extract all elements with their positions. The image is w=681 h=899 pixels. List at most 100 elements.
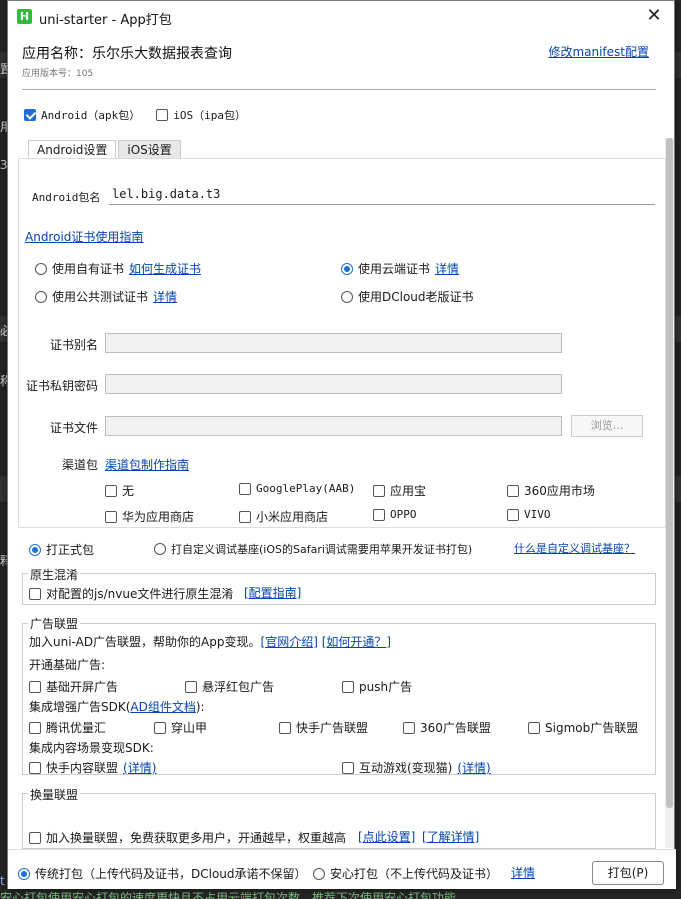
channel-option[interactable]: 360应用市场 [507, 482, 595, 499]
content-sdk-details-link[interactable]: (详情) [457, 759, 490, 776]
channel-option[interactable]: 应用宝 [373, 482, 426, 499]
dcloud-old-cert-option[interactable]: 使用DCloud老版证书 [341, 288, 474, 305]
obfuscation-guide-link[interactable]: [配置指南] [244, 584, 301, 601]
channel-option[interactable]: 小米应用商店 [239, 508, 328, 525]
basic-ad-checkbox[interactable] [29, 680, 41, 693]
sdk-ad-checkbox[interactable] [29, 721, 41, 734]
channel-label-googleplay: GooglePlay(AAB) [256, 482, 356, 495]
vertical-scrollbar[interactable] [665, 138, 674, 848]
public-test-cert-details-link[interactable]: 详情 [153, 288, 177, 305]
traditional-pack-option[interactable]: 传统打包（上传代码及证书，DCloud承诺不保留） [18, 865, 307, 882]
channel-checkbox[interactable] [507, 508, 519, 521]
cert-guide-link[interactable]: Android证书使用指南 [25, 228, 143, 245]
exchange-union-settings-link[interactable]: [点此设置] [358, 828, 415, 845]
channel-checkbox[interactable] [239, 510, 251, 523]
scroll-thumb[interactable] [666, 138, 673, 808]
exchange-union-group-title: 换量联盟 [28, 786, 81, 803]
android-platform-option[interactable]: Android（apk包） [24, 107, 140, 123]
sdk-ad-option[interactable]: 穿山甲 [154, 719, 207, 736]
channel-checkbox[interactable] [373, 484, 385, 497]
channel-checkbox[interactable] [373, 508, 385, 521]
sdk-ad-option[interactable]: Sigmob广告联盟 [528, 719, 638, 736]
content-sdk-option[interactable]: 互动游戏(变现猫) (详情) [342, 759, 491, 776]
public-test-cert-radio[interactable] [35, 290, 47, 303]
ad-how-to-open-link[interactable]: [如何开通？] [322, 635, 391, 649]
content-sdk-option[interactable]: 快手内容联盟 (详情) [29, 759, 156, 776]
channel-option[interactable]: 华为应用商店 [105, 508, 194, 525]
channel-checkbox[interactable] [239, 482, 251, 495]
close-icon[interactable]: ✕ [644, 6, 664, 26]
own-cert-radio[interactable] [35, 262, 47, 275]
content-sdk-details-link[interactable]: (详情) [123, 759, 156, 776]
ad-official-intro-link[interactable]: [官网介绍] [261, 635, 318, 649]
content-sdk-checkbox[interactable] [29, 761, 41, 774]
sdk-ad-label: 集成增强广告SDK(AD组件文档): [29, 698, 205, 715]
pack-button[interactable]: 打包(P) [592, 861, 664, 885]
channel-label-yingyongbao: 应用宝 [390, 484, 427, 498]
sdk-ad-checkbox[interactable] [528, 721, 540, 734]
own-cert-option[interactable]: 使用自有证书 如何生成证书 [35, 260, 201, 277]
how-to-generate-cert-link[interactable]: 如何生成证书 [129, 260, 201, 277]
cert-password-input[interactable] [105, 374, 562, 394]
channel-label-huawei: 华为应用商店 [122, 510, 195, 524]
channel-guide-link[interactable]: 渠道包制作指南 [105, 456, 189, 473]
sdk-ad-option[interactable]: 360广告联盟 [403, 719, 491, 736]
public-test-cert-option[interactable]: 使用公共测试证书 详情 [35, 288, 177, 305]
channel-checkbox[interactable] [105, 510, 117, 523]
dialog-titlebar: H uni-starter - App打包 ✕ [8, 1, 674, 33]
channel-option[interactable]: VIVO [507, 508, 551, 521]
tab-ios-settings[interactable]: iOS设置 [118, 140, 181, 160]
obfuscation-checkbox[interactable] [29, 587, 41, 600]
content-sdk-checkbox[interactable] [342, 761, 354, 774]
android-settings-panel: Android包名 lel.big.data.t3 Android证书使用指南 … [18, 158, 666, 528]
obfuscation-label: 对配置的js/nvue文件进行原生混淆 [46, 587, 234, 601]
dcloud-old-cert-radio[interactable] [341, 290, 353, 303]
cert-alias-input[interactable] [105, 333, 562, 353]
channel-checkbox[interactable] [507, 484, 519, 497]
package-name-input[interactable]: lel.big.data.t3 [109, 185, 655, 205]
edit-manifest-link[interactable]: 修改manifest配置 [548, 43, 649, 60]
ad-component-doc-link[interactable]: AD组件文档 [130, 700, 195, 714]
sdk-ad-option[interactable]: 快手广告联盟 [279, 719, 368, 736]
safe-pack-radio[interactable] [313, 867, 325, 880]
traditional-pack-radio[interactable] [18, 867, 30, 880]
sdk-ad-option[interactable]: 腾讯优量汇 [29, 719, 106, 736]
formal-build-radio[interactable] [29, 543, 41, 556]
safe-pack-details-link[interactable]: 详情 [511, 864, 535, 881]
cloud-cert-details-link[interactable]: 详情 [435, 260, 459, 277]
exchange-union-details-link[interactable]: [了解详情] [422, 828, 479, 845]
channel-option[interactable]: GooglePlay(AAB) [239, 482, 355, 495]
basic-ad-option[interactable]: 基础开屏广告 [29, 678, 118, 695]
channel-checkbox[interactable] [105, 484, 117, 497]
formal-build-option[interactable]: 打正式包 [29, 541, 94, 558]
app-pack-dialog: H uni-starter - App打包 ✕ 应用名称：乐尔乐大数据报表查询 … [7, 0, 676, 889]
channel-option[interactable]: OPPO [373, 508, 417, 521]
exchange-union-option[interactable]: 加入换量联盟，免费获取更多用户，开通越早，权重越高 [29, 829, 346, 846]
browse-button[interactable]: 浏览... [571, 415, 643, 437]
exchange-union-checkbox[interactable] [29, 831, 41, 844]
sdk-ad-label-sigmob: Sigmob广告联盟 [545, 721, 639, 735]
channel-option[interactable]: 无 [105, 482, 134, 499]
basic-ad-checkbox[interactable] [342, 680, 354, 693]
basic-ad-checkbox[interactable] [185, 680, 197, 693]
tab-android-settings[interactable]: Android设置 [28, 140, 117, 160]
android-checkbox[interactable] [24, 109, 36, 121]
ios-platform-option[interactable]: iOS（ipa包） [156, 107, 246, 123]
safe-pack-option[interactable]: 安心打包（不上传代码及证书） [313, 865, 498, 882]
sdk-ad-checkbox[interactable] [279, 721, 291, 734]
obfuscation-option[interactable]: 对配置的js/nvue文件进行原生混淆 [29, 585, 233, 602]
basic-ad-option[interactable]: push广告 [342, 678, 412, 695]
cloud-cert-radio[interactable] [341, 262, 353, 275]
sdk-ad-checkbox[interactable] [154, 721, 166, 734]
sdk-ad-checkbox[interactable] [403, 721, 415, 734]
cloud-cert-option[interactable]: 使用云端证书 详情 [341, 260, 459, 277]
custom-base-help-link[interactable]: 什么是自定义调试基座？ [514, 540, 635, 556]
custom-base-label: 打自定义调试基座(iOS的Safari调试需要用苹果开发证书打包) [171, 543, 473, 556]
cert-file-input[interactable] [105, 416, 562, 436]
custom-base-radio[interactable] [154, 543, 166, 555]
basic-ad-option[interactable]: 悬浮红包广告 [185, 678, 274, 695]
ios-checkbox[interactable] [156, 109, 169, 121]
sdk-ad-label-360: 360广告联盟 [420, 721, 491, 735]
settings-tabs: Android设置 iOS设置 [28, 140, 183, 160]
custom-base-option[interactable]: 打自定义调试基座(iOS的Safari调试需要用苹果开发证书打包) [154, 541, 472, 557]
